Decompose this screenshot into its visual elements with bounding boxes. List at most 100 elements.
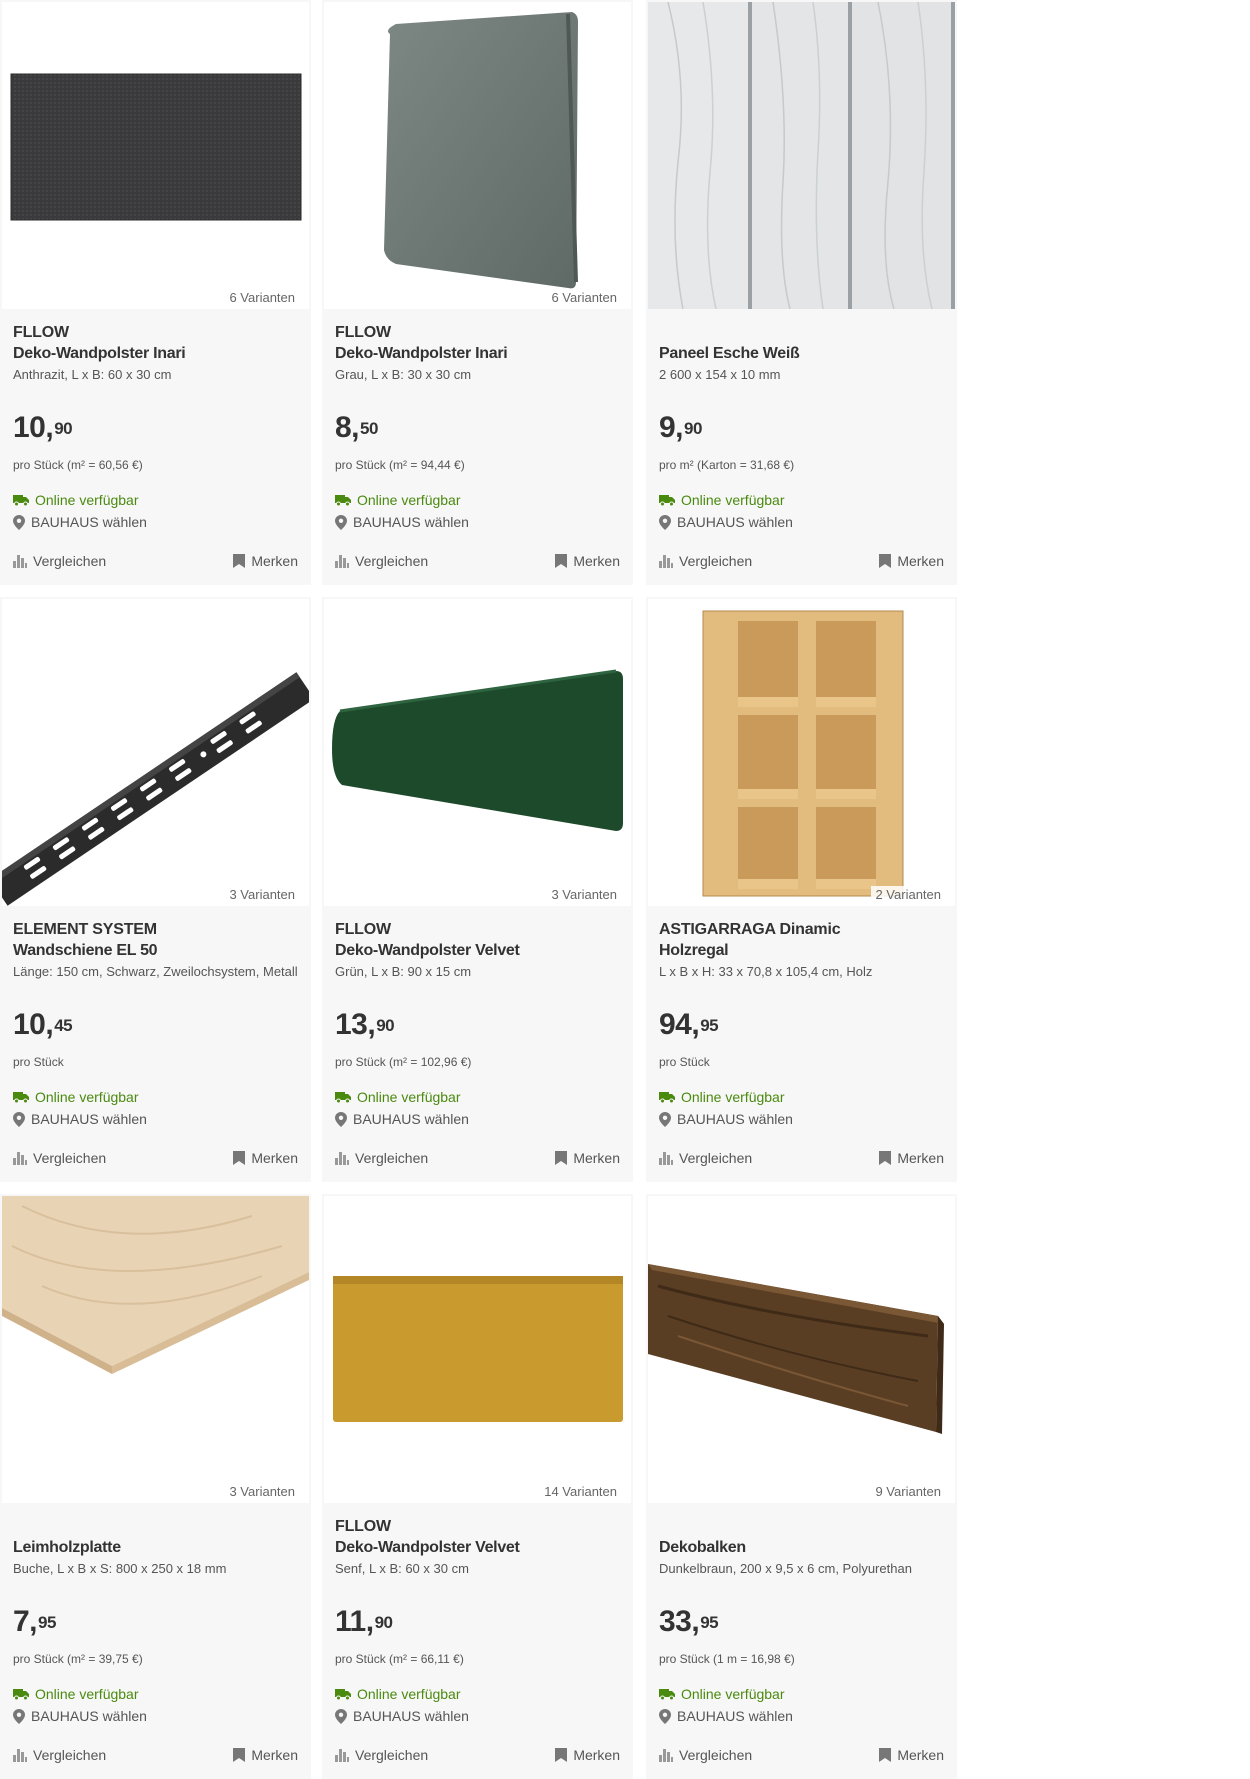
card-actions: Vergleichen Merken: [335, 1747, 620, 1763]
bar-chart-icon: [13, 1748, 27, 1762]
store-selector[interactable]: BAUHAUS wählen: [13, 514, 147, 530]
bar-chart-icon: [659, 554, 673, 568]
remember-button[interactable]: Merken: [879, 553, 944, 569]
product-name[interactable]: Leimholzplatte: [13, 1537, 299, 1558]
variants-badge: 3 Varianten: [225, 1483, 299, 1500]
product-image[interactable]: 2 Varianten: [648, 599, 955, 906]
product-name[interactable]: Paneel Esche Weiß: [659, 343, 945, 364]
compare-button[interactable]: Vergleichen: [335, 1150, 428, 1166]
location-pin-icon: [335, 514, 347, 530]
store-selector[interactable]: BAUHAUS wählen: [13, 1708, 147, 1724]
store-selector[interactable]: BAUHAUS wählen: [659, 1111, 793, 1127]
availability-label: Online verfügbar: [35, 1686, 139, 1702]
product-image[interactable]: 3 Varianten: [2, 599, 309, 906]
product-price: 33,95: [659, 1605, 719, 1638]
product-name[interactable]: Deko-Wandpolster Inari: [13, 343, 299, 364]
remember-button[interactable]: Merken: [233, 553, 298, 569]
compare-label: Vergleichen: [679, 1150, 753, 1166]
truck-icon: [335, 495, 351, 506]
card-actions: Vergleichen Merken: [659, 553, 944, 569]
location-pin-icon: [335, 1708, 347, 1724]
store-label: BAUHAUS wählen: [353, 514, 469, 530]
compare-button[interactable]: Vergleichen: [13, 1150, 106, 1166]
product-name[interactable]: Deko-Wandpolster Velvet: [335, 940, 621, 961]
product-image[interactable]: 6 Varianten: [324, 2, 631, 309]
remember-label: Merken: [251, 553, 298, 569]
store-selector[interactable]: BAUHAUS wählen: [335, 1708, 469, 1724]
remember-button[interactable]: Merken: [555, 553, 620, 569]
bookmark-icon: [879, 554, 892, 568]
truck-icon: [659, 1689, 675, 1700]
product-card[interactable]: 6 Varianten FLLOW Deko-Wandpolster Inari…: [322, 0, 633, 585]
compare-button[interactable]: Vergleichen: [335, 553, 428, 569]
unit-price: pro Stück (m² = 102,96 €): [335, 1055, 472, 1069]
availability-label: Online verfügbar: [681, 1089, 785, 1105]
product-price: 7,95: [13, 1605, 56, 1638]
bar-chart-icon: [13, 1151, 27, 1165]
product-card[interactable]: 3 Varianten Leimholzplatte Buche, L x B …: [0, 1194, 311, 1779]
truck-icon: [13, 495, 29, 506]
remember-button[interactable]: Merken: [879, 1747, 944, 1763]
variants-badge: 9 Varianten: [871, 1483, 945, 1500]
remember-button[interactable]: Merken: [879, 1150, 944, 1166]
location-pin-icon: [659, 1111, 671, 1127]
product-card[interactable]: 2 Varianten ASTIGARRAGA Dinamic Holzrega…: [646, 597, 957, 1182]
location-pin-icon: [13, 1111, 25, 1127]
store-selector[interactable]: BAUHAUS wählen: [659, 1708, 793, 1724]
product-image[interactable]: 3 Varianten: [324, 599, 631, 906]
availability-status: Online verfügbar: [13, 1089, 139, 1105]
remember-button[interactable]: Merken: [233, 1150, 298, 1166]
availability-status: Online verfügbar: [659, 1089, 785, 1105]
compare-button[interactable]: Vergleichen: [659, 1150, 752, 1166]
compare-label: Vergleichen: [679, 553, 753, 569]
product-image[interactable]: 6 Varianten: [2, 2, 309, 309]
location-pin-icon: [659, 1708, 671, 1724]
product-image[interactable]: 3 Varianten: [2, 1196, 309, 1503]
store-selector[interactable]: BAUHAUS wählen: [335, 514, 469, 530]
compare-button[interactable]: Vergleichen: [335, 1747, 428, 1763]
variants-badge: 3 Varianten: [547, 886, 621, 903]
compare-button[interactable]: Vergleichen: [13, 553, 106, 569]
card-actions: Vergleichen Merken: [13, 1747, 298, 1763]
remember-button[interactable]: Merken: [555, 1150, 620, 1166]
product-name[interactable]: Wandschiene EL 50: [13, 940, 299, 961]
unit-price: pro Stück: [659, 1055, 710, 1069]
store-selector[interactable]: BAUHAUS wählen: [335, 1111, 469, 1127]
product-image[interactable]: [648, 2, 955, 309]
product-card[interactable]: 14 Varianten FLLOW Deko-Wandpolster Velv…: [322, 1194, 633, 1779]
availability-label: Online verfügbar: [357, 1686, 461, 1702]
availability-status: Online verfügbar: [13, 1686, 139, 1702]
variants-badge: 14 Varianten: [540, 1483, 621, 1500]
store-selector[interactable]: BAUHAUS wählen: [659, 514, 793, 530]
compare-button[interactable]: Vergleichen: [13, 1747, 106, 1763]
availability-status: Online verfügbar: [335, 1089, 461, 1105]
product-card[interactable]: 3 Varianten FLLOW Deko-Wandpolster Velve…: [322, 597, 633, 1182]
truck-icon: [13, 1092, 29, 1103]
product-card[interactable]: 6 Varianten FLLOW Deko-Wandpolster Inari…: [0, 0, 311, 585]
availability-status: Online verfügbar: [659, 492, 785, 508]
variants-badge: 2 Varianten: [871, 886, 945, 903]
product-name[interactable]: Dekobalken: [659, 1537, 945, 1558]
remember-label: Merken: [897, 1747, 944, 1763]
truck-icon: [659, 1092, 675, 1103]
unit-price: pro Stück (m² = 94,44 €): [335, 458, 465, 472]
product-card[interactable]: Paneel Esche Weiß 2 600 x 154 x 10 mm 9,…: [646, 0, 957, 585]
store-label: BAUHAUS wählen: [31, 1111, 147, 1127]
compare-button[interactable]: Vergleichen: [659, 553, 752, 569]
product-card[interactable]: 9 Varianten Dekobalken Dunkelbraun, 200 …: [646, 1194, 957, 1779]
product-name[interactable]: Holzregal: [659, 940, 945, 961]
bookmark-icon: [233, 1151, 246, 1165]
compare-label: Vergleichen: [33, 1747, 107, 1763]
compare-button[interactable]: Vergleichen: [659, 1747, 752, 1763]
product-image[interactable]: 14 Varianten: [324, 1196, 631, 1503]
product-name[interactable]: Deko-Wandpolster Inari: [335, 343, 621, 364]
remember-button[interactable]: Merken: [555, 1747, 620, 1763]
availability-status: Online verfügbar: [659, 1686, 785, 1702]
product-card[interactable]: 3 Varianten ELEMENT SYSTEM Wandschiene E…: [0, 597, 311, 1182]
store-selector[interactable]: BAUHAUS wählen: [13, 1111, 147, 1127]
unit-price: pro Stück: [13, 1055, 64, 1069]
remember-button[interactable]: Merken: [233, 1747, 298, 1763]
product-image[interactable]: 9 Varianten: [648, 1196, 955, 1503]
product-name[interactable]: Deko-Wandpolster Velvet: [335, 1537, 621, 1558]
product-price: 8,50: [335, 411, 378, 444]
